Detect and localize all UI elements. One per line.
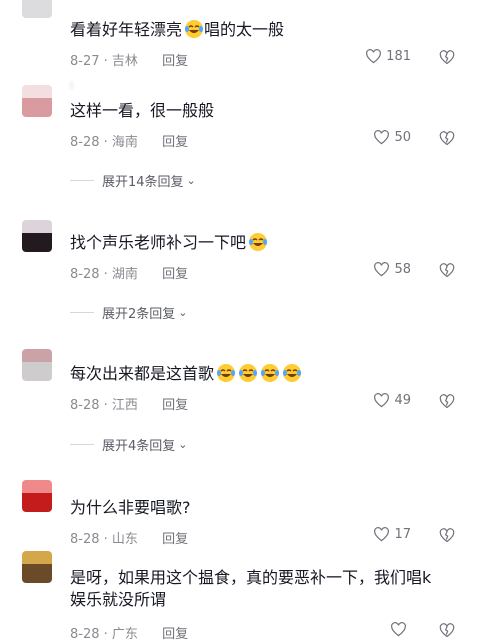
avatar[interactable]: [22, 349, 52, 381]
comment-date: 8-28: [70, 267, 100, 282]
comment-meta: 8-28 · 山东 回复: [70, 532, 189, 547]
laughing-tears-emoji-icon: [185, 20, 204, 38]
chevron-down-icon: ⌄: [178, 306, 188, 319]
reply-button[interactable]: 回复: [162, 532, 188, 547]
like-count: 17: [394, 527, 411, 542]
reply-button[interactable]: 回复: [162, 267, 188, 282]
heart-outline-icon: [374, 527, 390, 542]
laughing-tears-emoji-icon: [239, 364, 258, 382]
comment-meta: 8-27 · 吉林 回复: [70, 54, 189, 69]
like-button[interactable]: 50: [373, 130, 411, 145]
heart-outline-icon: [366, 49, 382, 64]
like-count: 50: [394, 130, 411, 145]
comment-text: 为什么非要唱歌?: [70, 498, 191, 517]
divider-line: [70, 444, 94, 445]
chevron-down-icon: ⌄: [178, 438, 188, 451]
heart-outline-icon: [374, 130, 390, 145]
reply-button[interactable]: 回复: [162, 54, 188, 69]
comment-meta: 8-28 · 广东 回复: [70, 627, 189, 642]
comment-location: 吉林: [111, 54, 138, 69]
avatar[interactable]: [22, 220, 52, 252]
comment-text: 找个声乐老师补习一下吧: [70, 232, 457, 254]
expand-replies-button[interactable]: 展开2条回复 ⌄: [70, 303, 188, 322]
chevron-down-icon: ⌄: [186, 174, 196, 187]
comment-text: 每次出来都是这首歌: [70, 363, 457, 385]
comment-date: 8-28: [70, 135, 100, 150]
like-button[interactable]: 181: [365, 49, 411, 64]
expand-replies-button[interactable]: 展开14条回复 ⌄: [70, 171, 196, 190]
reply-button[interactable]: 回复: [162, 398, 188, 413]
heart-outline-icon: [374, 262, 390, 277]
laughing-tears-emoji-icon: [283, 364, 302, 382]
like-count: 58: [394, 262, 411, 277]
broken-heart-icon[interactable]: [439, 263, 455, 278]
heart-outline-icon: [374, 393, 390, 408]
comment-meta: 8-28 · 海南 回复: [70, 135, 189, 150]
comment-text: 是呀，如果用这个揾食，真的要恶补一下，我们唱k娱乐就没所谓: [70, 568, 432, 609]
comment-text: 看着好年轻漂亮 唱的太一般: [70, 20, 285, 39]
broken-heart-icon[interactable]: [439, 131, 455, 146]
divider-line: [70, 312, 94, 313]
divider-line: [70, 180, 94, 181]
laughing-tears-emoji-icon: [261, 364, 280, 382]
like-count: 49: [394, 393, 411, 408]
avatar[interactable]: [22, 480, 52, 512]
comment-location: 山东: [111, 532, 138, 547]
comment-location: 海南: [111, 135, 138, 150]
comment-location: 湖南: [111, 267, 138, 282]
avatar[interactable]: [22, 85, 52, 117]
avatar[interactable]: [22, 551, 52, 583]
reply-button[interactable]: 回复: [162, 135, 188, 150]
comment-date: 8-28: [70, 532, 100, 547]
comment-text: 这样一看，很一般般: [70, 101, 215, 120]
like-button[interactable]: 58: [373, 262, 411, 277]
broken-heart-icon[interactable]: [439, 528, 455, 543]
laughing-tears-emoji-icon: [249, 233, 268, 251]
expand-replies-button[interactable]: 展开4条回复 ⌄: [70, 435, 188, 454]
comment-date: 8-28: [70, 398, 100, 413]
like-button[interactable]: 17: [373, 527, 411, 542]
comment-location: 江西: [111, 398, 138, 413]
comment-date: 8-27: [70, 54, 100, 69]
username[interactable]: i: [70, 79, 73, 92]
comment-meta: 8-28 · 江西 回复: [70, 398, 189, 413]
broken-heart-icon[interactable]: [439, 623, 455, 638]
like-count: 181: [386, 49, 411, 64]
like-button[interactable]: [390, 622, 411, 637]
broken-heart-icon[interactable]: [439, 394, 455, 409]
heart-outline-icon: [391, 622, 406, 637]
avatar[interactable]: [22, 0, 52, 18]
comment-meta: 8-28 · 湖南 回复: [70, 267, 189, 282]
like-button[interactable]: 49: [373, 393, 411, 408]
broken-heart-icon[interactable]: [439, 50, 455, 65]
laughing-tears-emoji-icon: [217, 364, 236, 382]
